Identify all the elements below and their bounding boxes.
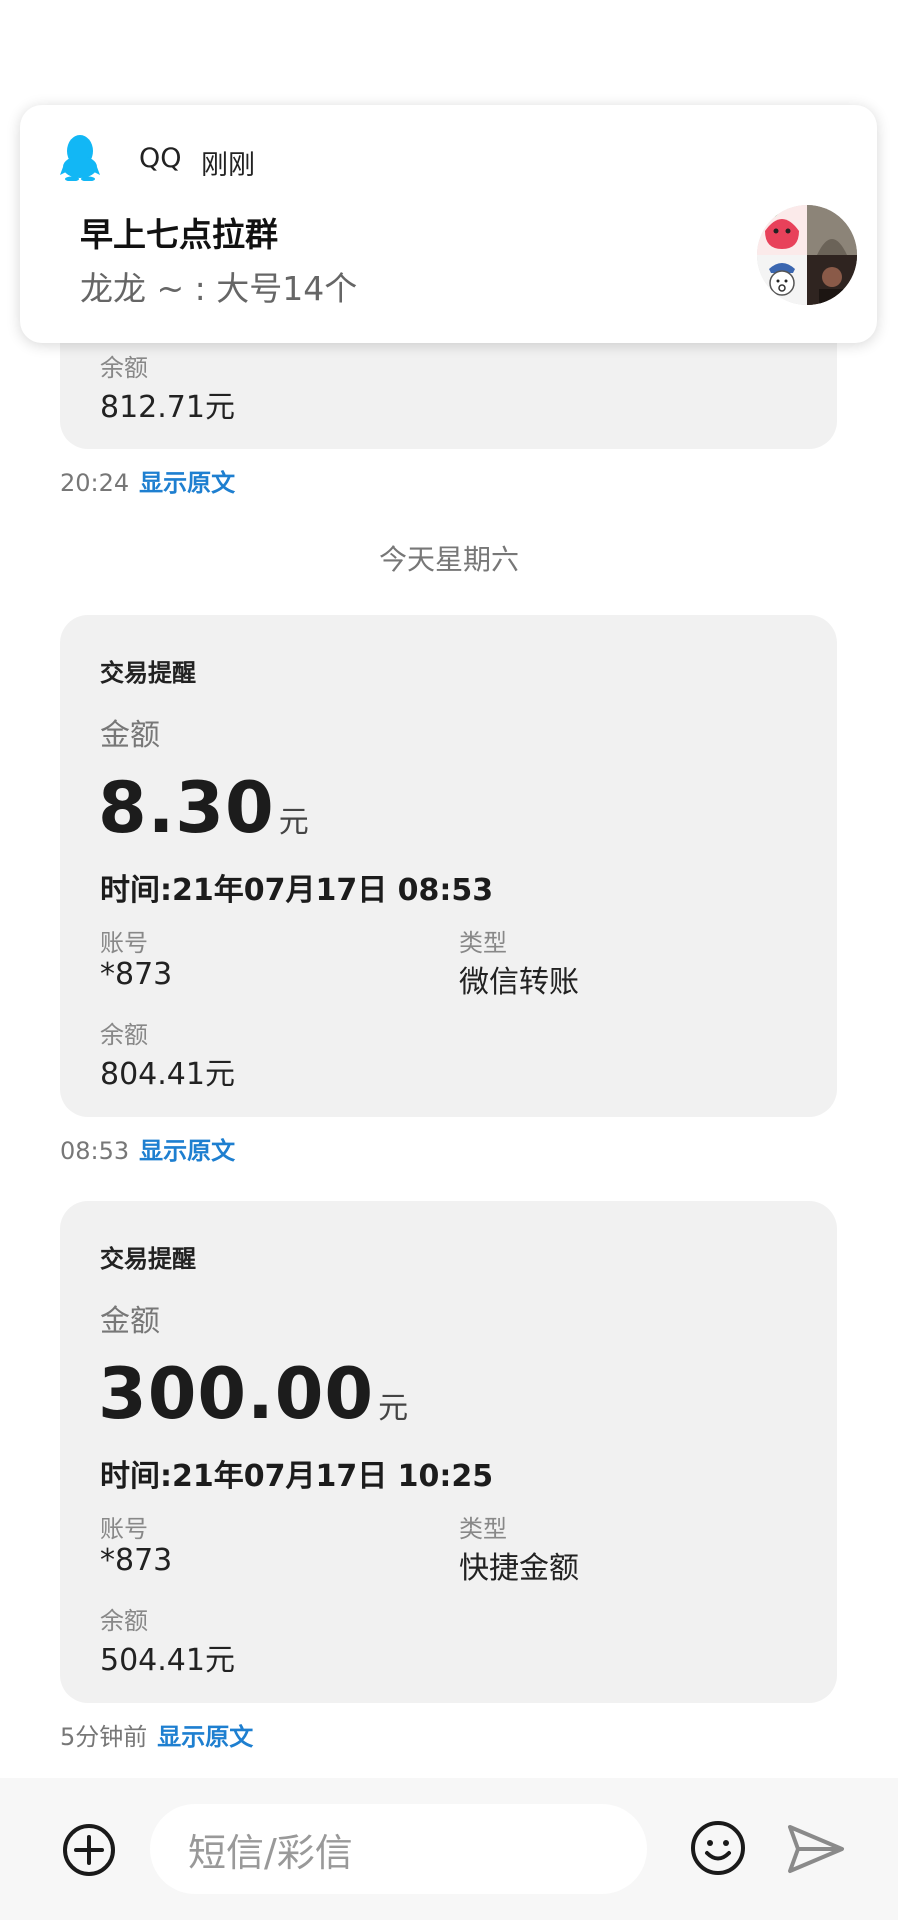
balance-label: 余额: [100, 1021, 148, 1049]
compose-bar: 短信/彩信: [0, 1778, 898, 1920]
amount-number: 8.30: [98, 767, 275, 849]
balance-label: 余额: [100, 1607, 148, 1635]
message-timestamp: 20:24: [60, 469, 130, 497]
notification-body: 龙龙 ~ : 大号14个: [80, 269, 358, 308]
notification-title: 早上七点拉群: [80, 215, 278, 254]
message-meta: 08:53 显示原文: [60, 1131, 235, 1166]
message-meta: 5分钟前 显示原文: [60, 1717, 253, 1752]
send-arrow-icon[interactable]: [786, 1823, 846, 1875]
account-value: *873: [100, 957, 173, 992]
show-original-link[interactable]: 显示原文: [139, 469, 235, 497]
qq-notification-banner[interactable]: QQ 刚刚 早上七点拉群 龙龙 ~ : 大号14个: [20, 105, 877, 343]
show-original-link[interactable]: 显示原文: [139, 1137, 235, 1165]
message-timestamp: 08:53: [60, 1137, 130, 1165]
qq-penguin-icon: [60, 135, 100, 181]
transaction-card[interactable]: 交易提醒 金额 300.00 元 时间:21年07月17日 10:25 账号 *8…: [60, 1201, 837, 1703]
amount-number: 300.00: [98, 1353, 375, 1435]
amount-label: 金额: [100, 718, 160, 753]
show-original-link[interactable]: 显示原文: [157, 1723, 253, 1751]
amount-value: 8.30 元: [98, 767, 310, 849]
member-avatar: [757, 255, 807, 305]
balance-label: 余额: [100, 354, 148, 382]
balance-value: 812.71元: [100, 390, 235, 425]
smiley-icon[interactable]: [690, 1820, 746, 1876]
group-avatar: [757, 205, 857, 305]
amount-unit: 元: [278, 805, 310, 840]
balance-value: 804.41元: [100, 1057, 235, 1092]
type-value: 微信转账: [459, 965, 579, 1000]
account-label: 账号: [100, 1515, 148, 1543]
message-timestamp: 5分钟前: [60, 1723, 148, 1751]
day-separator: 今天星期六: [378, 543, 519, 576]
transaction-card[interactable]: 交易提醒 金额 8.30 元 时间:21年07月17日 08:53 账号 *873…: [60, 615, 837, 1117]
amount-label: 金额: [100, 1304, 160, 1339]
account-value: *873: [100, 1543, 173, 1578]
balance-value: 504.41元: [100, 1643, 235, 1678]
message-meta: 20:24 显示原文: [60, 463, 235, 498]
notification-app-name: QQ: [139, 143, 182, 174]
plus-circle-icon[interactable]: [62, 1823, 116, 1877]
type-label: 类型: [459, 1515, 507, 1543]
member-avatar: [807, 205, 857, 255]
card-title: 交易提醒: [100, 1245, 196, 1273]
card-title: 交易提醒: [100, 659, 196, 687]
transaction-time: 时间:21年07月17日 10:25: [100, 1459, 494, 1494]
transaction-time: 时间:21年07月17日 08:53: [100, 873, 494, 908]
member-avatar: [807, 255, 857, 305]
type-value: 快捷金额: [459, 1551, 579, 1586]
sms-input[interactable]: 短信/彩信: [150, 1804, 647, 1894]
amount-value: 300.00 元: [98, 1353, 409, 1435]
amount-unit: 元: [378, 1391, 410, 1426]
type-label: 类型: [459, 929, 507, 957]
sms-conversation-screen: 余额 812.71元 20:24 显示原文 今天星期六 交易提醒 金额 8.30 元…: [0, 0, 898, 1920]
member-avatar: [757, 205, 807, 255]
account-label: 账号: [100, 929, 148, 957]
notification-time: 刚刚: [201, 150, 255, 181]
